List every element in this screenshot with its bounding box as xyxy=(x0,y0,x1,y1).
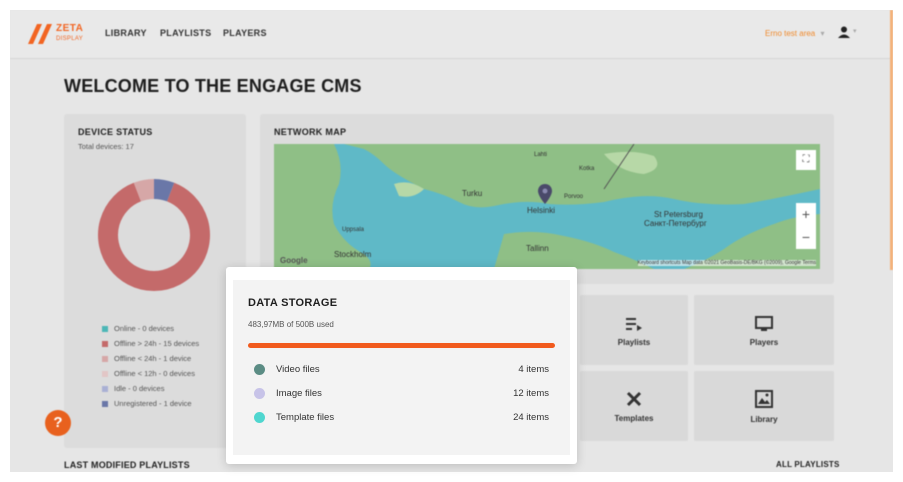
tile-templates[interactable]: Templates xyxy=(580,371,688,441)
brand-name: ZETA xyxy=(56,23,84,34)
legend-label: Offline > 24h - 15 devices xyxy=(114,339,200,348)
page-title: WELCOME TO THE ENGAGE CMS xyxy=(64,76,362,96)
total-devices: Total devices: 17 xyxy=(78,142,134,151)
nav-playlists[interactable]: PLAYLISTS xyxy=(160,28,211,38)
storage-row-video: Video files 4 items xyxy=(248,363,555,377)
network-map[interactable]: Turku Helsinki Tallinn Stockholm St Pete… xyxy=(274,144,820,269)
storage-row-image: Image files 12 items xyxy=(248,387,555,401)
image-files-count: 12 items xyxy=(513,388,549,399)
legend-label: Idle - 0 devices xyxy=(114,384,165,393)
legend-swatch xyxy=(102,341,108,348)
nav-players[interactable]: PLAYERS xyxy=(223,28,267,38)
data-storage-popup: DATA STORAGE 483,97MB of 500B used Video… xyxy=(226,267,577,464)
legend-swatch xyxy=(102,401,108,408)
storage-row-template: Template files 24 items xyxy=(248,411,555,425)
donut-slice[interactable] xyxy=(98,182,210,291)
map-google-logo: Google xyxy=(280,256,308,265)
tools-icon xyxy=(626,391,642,407)
legend-offline-12h: Offline < 12h - 0 devices xyxy=(102,369,195,378)
image-files-dot-icon xyxy=(254,388,265,399)
legend-label: Unregistered - 1 device xyxy=(114,399,192,408)
storage-usage-bar xyxy=(248,343,555,348)
tile-playlists-label: Playlists xyxy=(617,338,651,347)
legend-swatch xyxy=(102,356,108,363)
map-label-kotka: Kotka xyxy=(579,166,595,172)
video-files-dot-icon xyxy=(254,364,265,375)
zeta-logo-mark-icon xyxy=(28,24,52,44)
playlist-icon xyxy=(626,318,642,331)
legend-online: Online - 0 devices xyxy=(102,324,174,333)
brand-sub: DISPLAY xyxy=(56,36,83,42)
template-files-label: Template files xyxy=(276,412,335,423)
top-navigation-bar: ZETA DISPLAY LIBRARY PLAYLISTS PLAYERS E… xyxy=(10,10,893,59)
help-button[interactable]: ? xyxy=(45,410,71,436)
legend-offline-24h-plus: Offline > 24h - 15 devices xyxy=(102,339,199,348)
chevron-down-icon: ▾ xyxy=(820,29,825,38)
legend-label: Offline < 24h - 1 device xyxy=(114,354,192,363)
legend-label: Offline < 12h - 0 devices xyxy=(114,369,195,378)
data-storage-usage: 483,97MB of 500B used xyxy=(248,320,334,329)
template-files-dot-icon xyxy=(254,412,265,423)
legend-label: Online - 0 devices xyxy=(114,324,175,333)
tile-players[interactable]: Players xyxy=(694,295,834,365)
map-attribution: Keyboard shortcuts Map data ©2021 GeoBas… xyxy=(637,260,816,266)
map-zoom-controls: + − xyxy=(796,203,816,249)
user-icon xyxy=(838,26,850,38)
zoom-in-button[interactable]: + xyxy=(796,203,816,226)
image-icon xyxy=(755,390,773,408)
map-label-tallinn: Tallinn xyxy=(526,244,549,253)
tile-templates-label: Templates xyxy=(614,414,654,423)
donut-slice[interactable] xyxy=(133,179,155,202)
legend-swatch xyxy=(102,326,108,333)
video-files-label: Video files xyxy=(276,364,320,375)
image-files-label: Image files xyxy=(276,388,322,399)
map-label-stockholm: Stockholm xyxy=(334,250,372,259)
template-files-count: 24 items xyxy=(513,412,549,423)
legend-offline-24h: Offline < 24h - 1 device xyxy=(102,354,191,363)
fullscreen-icon: ⛶ xyxy=(802,154,810,165)
logo-text: ZETA DISPLAY xyxy=(56,24,83,44)
network-map-title: NETWORK MAP xyxy=(274,127,347,137)
network-map-card: NETWORK MAP Turku Helsinki Tallinn Stock… xyxy=(260,114,834,284)
tile-library[interactable]: Library xyxy=(694,371,834,441)
device-status-card: DEVICE STATUS Total devices: 17 xyxy=(64,114,246,448)
data-storage-title: DATA STORAGE xyxy=(248,297,338,309)
donut-slice[interactable] xyxy=(153,179,175,202)
map-label-helsinki: Helsinki xyxy=(527,206,556,215)
data-storage-panel: DATA STORAGE 483,97MB of 500B used Video… xyxy=(233,280,570,455)
zoom-out-button[interactable]: − xyxy=(796,226,816,249)
map-marker-icon[interactable] xyxy=(538,184,552,204)
map-label-st-petersburg: St Petersburg xyxy=(654,210,703,219)
map-fullscreen-button[interactable]: ⛶ xyxy=(796,150,816,170)
legend-swatch xyxy=(102,386,108,393)
user-menu[interactable]: ▾ xyxy=(838,25,858,41)
map-label-lahti: Lahti xyxy=(534,152,548,158)
map-label-porvoo: Porvoo xyxy=(564,194,584,200)
area-selector[interactable]: Erno test area ▾ xyxy=(765,29,825,38)
map-label-st-petersburg-ru: Санкт-Петербург xyxy=(644,219,707,228)
nav-library[interactable]: LIBRARY xyxy=(105,28,147,38)
map-label-turku: Turku xyxy=(462,189,483,198)
tile-players-label: Players xyxy=(749,338,779,347)
zeta-display-logo[interactable]: ZETA DISPLAY xyxy=(28,22,88,46)
video-files-count: 4 items xyxy=(518,364,549,375)
user-chevron-icon: ▾ xyxy=(853,28,857,35)
map-label-uppsala: Uppsala xyxy=(342,227,365,233)
device-status-title: DEVICE STATUS xyxy=(78,127,153,137)
legend-swatch xyxy=(102,371,108,378)
tile-library-label: Library xyxy=(750,415,778,424)
device-status-donut-chart xyxy=(98,179,210,291)
legend-idle: Idle - 0 devices xyxy=(102,384,164,393)
monitor-icon xyxy=(755,316,773,331)
tile-playlists[interactable]: Playlists xyxy=(580,295,688,365)
scroll-indicator xyxy=(890,10,893,270)
last-modified-playlists-heading: LAST MODIFIED PLAYLISTS xyxy=(64,460,190,470)
legend-unregistered: Unregistered - 1 device xyxy=(102,399,192,408)
all-playlists-link[interactable]: ALL PLAYLISTS xyxy=(776,460,840,469)
area-label: Erno test area xyxy=(765,29,816,38)
